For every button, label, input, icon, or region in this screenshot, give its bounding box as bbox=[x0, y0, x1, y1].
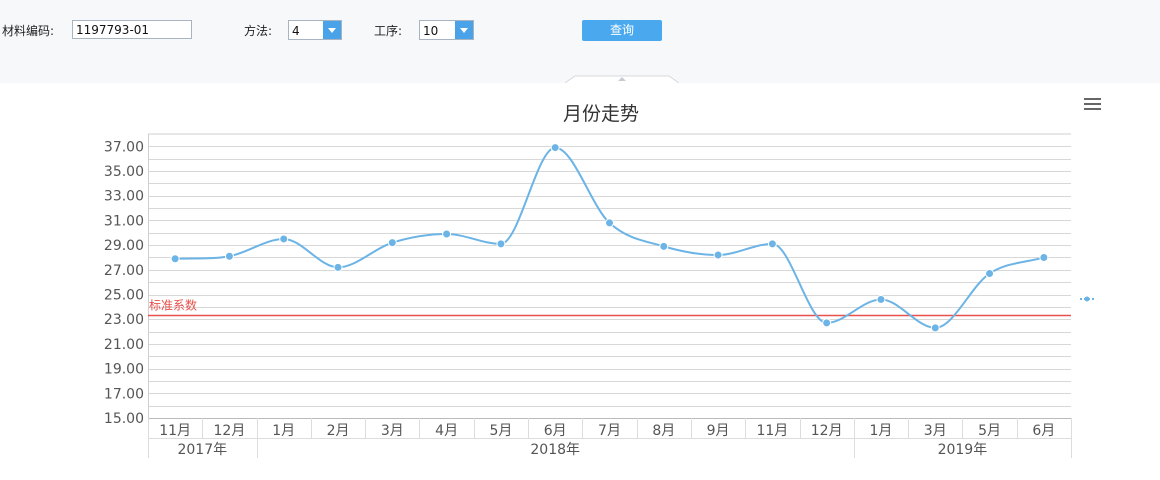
y-axis-ticks: 15.00 17.00 19.00 21.00 23.00 25.00 27.00 29.00… bbox=[104, 139, 144, 427]
data-point bbox=[930, 323, 940, 333]
data-point bbox=[876, 294, 886, 304]
x-tick-label: 4月 bbox=[435, 423, 458, 439]
process-label: 工序: bbox=[374, 24, 403, 38]
series bbox=[170, 143, 1049, 333]
y-tick-label: 31.00 bbox=[104, 213, 144, 229]
x-tick-label: 9月 bbox=[707, 423, 730, 439]
x-group-label: 2017年 bbox=[177, 442, 227, 458]
query-button[interactable]: 查询 bbox=[582, 20, 662, 41]
x-tick-label: 1月 bbox=[272, 423, 295, 439]
standard-line: 标准系数 bbox=[148, 298, 1071, 317]
data-point bbox=[387, 238, 397, 248]
data-point bbox=[713, 250, 723, 260]
data-point bbox=[985, 269, 995, 279]
chart-title: 月份走势 bbox=[563, 103, 639, 125]
x-tick-label: 8月 bbox=[652, 423, 675, 439]
chevron-down-icon[interactable] bbox=[323, 21, 341, 39]
data-point bbox=[496, 239, 506, 249]
method-label: 方法: bbox=[244, 24, 273, 38]
x-tick-label: 11月 bbox=[159, 423, 191, 439]
data-point bbox=[279, 234, 289, 244]
collapse-toggle[interactable] bbox=[565, 75, 679, 83]
x-axis: 11月 12月 1月 2月 3月 4月 5月 6月 7月 8月 9月 11月 12月 1月 3月 5月 6月 20… bbox=[148, 418, 1072, 458]
y-tick-label: 29.00 bbox=[104, 238, 144, 254]
x-group-label: 2019年 bbox=[938, 442, 988, 458]
y-tick-label: 23.00 bbox=[104, 312, 144, 328]
x-tick-label: 5月 bbox=[978, 423, 1001, 439]
y-tick-label: 27.00 bbox=[104, 263, 144, 279]
material-code-label: 材料编码: bbox=[2, 24, 55, 38]
legend bbox=[1080, 296, 1094, 302]
data-point bbox=[442, 229, 452, 239]
data-point bbox=[170, 254, 180, 264]
legend-marker bbox=[1084, 296, 1090, 302]
x-tick-label: 12月 bbox=[811, 423, 843, 439]
grid-lines bbox=[148, 133, 1071, 418]
x-tick-label: 6月 bbox=[544, 423, 567, 439]
hamburger-menu-icon[interactable] bbox=[1084, 98, 1102, 112]
data-point bbox=[333, 262, 343, 272]
y-tick-label: 21.00 bbox=[104, 337, 144, 353]
data-point bbox=[550, 143, 560, 153]
x-tick-label: 3月 bbox=[381, 423, 404, 439]
data-point bbox=[1039, 252, 1049, 262]
material-code-input[interactable]: 1197793-01 bbox=[72, 20, 192, 39]
x-tick-label: 7月 bbox=[598, 423, 621, 439]
process-select-value: 10 bbox=[423, 24, 439, 38]
x-tick-label: 11月 bbox=[756, 423, 788, 439]
x-tick-label: 12月 bbox=[214, 423, 246, 439]
x-tick-label: 5月 bbox=[489, 423, 512, 439]
data-point bbox=[767, 239, 777, 249]
chevron-down-icon[interactable] bbox=[455, 21, 473, 39]
y-tick-label: 33.00 bbox=[104, 189, 144, 205]
y-tick-label: 37.00 bbox=[104, 139, 144, 155]
y-tick-label: 35.00 bbox=[104, 164, 144, 180]
y-tick-label: 17.00 bbox=[104, 386, 144, 402]
x-tick-label: 2月 bbox=[327, 423, 350, 439]
data-point bbox=[605, 218, 614, 228]
method-select[interactable]: 4 bbox=[288, 20, 342, 40]
data-point bbox=[224, 251, 234, 261]
y-tick-label: 19.00 bbox=[104, 362, 144, 378]
x-group-label: 2018年 bbox=[530, 442, 580, 458]
filter-toolbar: 材料编码: 1197793-01 方法: 4 工序: 10 查询 bbox=[0, 0, 1160, 83]
y-tick-label: 15.00 bbox=[104, 411, 144, 427]
x-tick-label: 6月 bbox=[1032, 423, 1055, 439]
process-select[interactable]: 10 bbox=[419, 20, 474, 40]
standard-coefficient-label: 标准系数 bbox=[149, 298, 197, 313]
x-tick-label: 1月 bbox=[870, 423, 893, 439]
data-point bbox=[659, 241, 669, 251]
series-line bbox=[175, 146, 1045, 329]
data-point bbox=[822, 318, 832, 328]
x-tick-label: 3月 bbox=[924, 423, 947, 439]
method-select-value: 4 bbox=[292, 24, 300, 38]
y-tick-label: 25.00 bbox=[104, 288, 144, 304]
